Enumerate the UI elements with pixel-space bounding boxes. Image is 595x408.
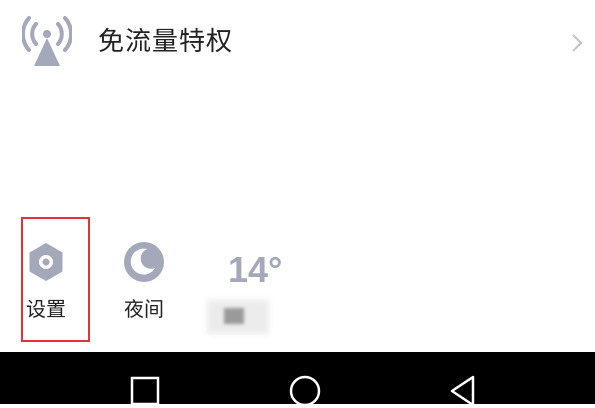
signal-tower-icon (22, 16, 72, 66)
weather-temperature[interactable]: 14° (228, 248, 282, 292)
settings-highlight-box (21, 217, 90, 342)
free-data-row[interactable]: 免流量特权 (0, 0, 595, 92)
free-data-title: 免流量特权 (98, 27, 234, 57)
night-mode-label: 夜间 (124, 297, 164, 321)
night-mode-shortcut[interactable]: 夜间 (114, 240, 174, 322)
chevron-right-icon (572, 34, 583, 52)
home-icon[interactable] (288, 374, 322, 408)
navigation-bar (0, 352, 595, 407)
back-icon[interactable] (446, 374, 480, 408)
recent-apps-icon[interactable] (128, 374, 162, 408)
weather-location-blurred-text (224, 308, 244, 324)
moon-icon (124, 242, 164, 282)
